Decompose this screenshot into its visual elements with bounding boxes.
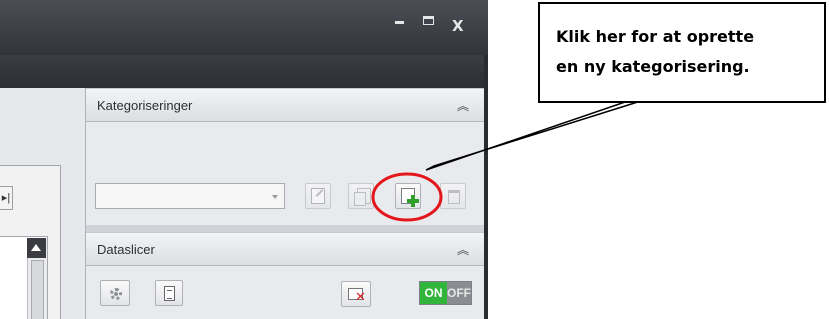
annotation-text: Klik her for at oprette en ny kategorise… — [556, 22, 816, 82]
annotation-line-1: Klik her for at oprette — [556, 27, 755, 46]
annotation-callout: Klik her for at oprette en ny kategorise… — [538, 2, 826, 103]
callout-pointer — [425, 100, 642, 171]
annotation-line-2: en ny kategorisering. — [556, 57, 750, 76]
highlight-ellipse — [371, 172, 443, 222]
